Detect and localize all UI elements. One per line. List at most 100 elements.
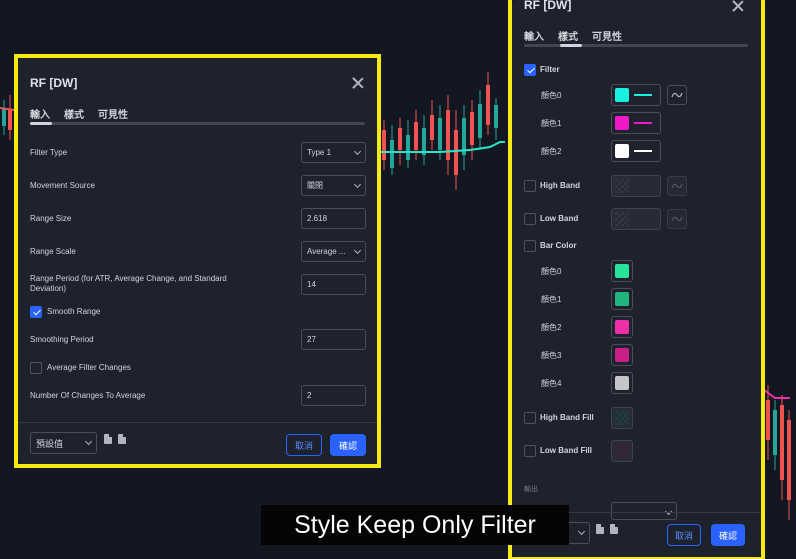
- bar-color4-label: 顏色4: [541, 379, 562, 388]
- filter-color1-label: 顏色1: [541, 119, 562, 128]
- bar-color4-swatch[interactable]: [611, 372, 633, 394]
- cancel-button[interactable]: 取消: [667, 524, 701, 546]
- candle-body: [486, 85, 490, 125]
- high-band-label: High Band: [540, 181, 580, 190]
- dialog-title: RF [DW]: [30, 76, 78, 90]
- high-band-fill-checkbox[interactable]: [524, 412, 536, 424]
- low-band-swatch[interactable]: [611, 208, 661, 230]
- cancel-button[interactable]: 取消: [286, 434, 322, 456]
- candle-body: [454, 130, 458, 175]
- close-icon[interactable]: [731, 0, 745, 13]
- low-band-label: Low Band: [540, 214, 579, 223]
- low-band-fill-checkbox[interactable]: [524, 445, 536, 457]
- candle-body: [2, 108, 6, 126]
- line-style-icon[interactable]: [667, 209, 687, 229]
- range-size-label: Range Size: [30, 214, 72, 223]
- indicator-settings-dialog-style: RF [DW] 輸入 樣式 可見性 Filter 顏色0 顏色1 顏色2 Hig…: [512, 0, 761, 557]
- high-band-fill-label: High Band Fill: [540, 413, 594, 422]
- candle-body: [406, 135, 410, 160]
- bar-color1-label: 顏色1: [541, 295, 562, 304]
- candle-body: [438, 118, 442, 150]
- filter-color0-swatch[interactable]: [611, 84, 661, 106]
- tab-indicator: [524, 44, 748, 47]
- save-file-icon[interactable]: [104, 434, 112, 444]
- video-subtitle: Style Keep Only Filter: [261, 505, 569, 545]
- smoothing-period-input[interactable]: 27: [301, 329, 366, 350]
- candle-body: [414, 122, 418, 150]
- tab-indicator: [30, 122, 365, 125]
- number-of-changes-label: Number Of Changes To Average: [30, 391, 146, 400]
- bar-color3-label: 顏色3: [541, 351, 562, 360]
- filter-color2-label: 顏色2: [541, 147, 562, 156]
- dialog-title: RF [DW]: [524, 0, 572, 12]
- indicator-settings-dialog-inputs: RF [DW] 輸入 樣式 可見性 Filter Type Type 1 Mov…: [18, 58, 377, 464]
- high-band-swatch[interactable]: [611, 175, 661, 197]
- bar-color2-label: 顏色2: [541, 323, 562, 332]
- high-band-fill-swatch[interactable]: [611, 407, 633, 429]
- high-band-checkbox[interactable]: [524, 180, 536, 192]
- filter-color0-label: 顏色0: [541, 91, 562, 100]
- candle-body: [478, 104, 482, 138]
- tab-inputs[interactable]: 輸入: [30, 106, 50, 121]
- range-scale-label: Range Scale: [30, 247, 76, 256]
- bar-color-checkbox[interactable]: [524, 240, 536, 252]
- candle-body: [390, 140, 394, 168]
- save-file-icon[interactable]: [596, 524, 604, 534]
- bar-color0-label: 顏色0: [541, 267, 562, 276]
- output-select[interactable]: [611, 502, 677, 520]
- bar-color0-swatch[interactable]: [611, 260, 633, 282]
- bar-color2-swatch[interactable]: [611, 316, 633, 338]
- filter-color1-swatch[interactable]: [611, 112, 661, 134]
- filter-label: Filter: [540, 65, 560, 74]
- candle-body: [422, 128, 426, 155]
- tab-visibility[interactable]: 可見性: [98, 106, 128, 121]
- output-section-title: 輸出: [524, 486, 538, 493]
- average-filter-changes-label: Average Filter Changes: [47, 363, 131, 372]
- candle-body: [494, 105, 498, 128]
- candle-body: [470, 112, 474, 145]
- chevron-down-icon: [353, 147, 362, 156]
- low-band-fill-label: Low Band Fill: [540, 446, 592, 455]
- line-style-icon[interactable]: [667, 176, 687, 196]
- tab-visibility[interactable]: 可見性: [592, 28, 622, 43]
- range-period-label: Range Period (for ATR, Average Change, a…: [30, 274, 227, 293]
- bar-color1-swatch[interactable]: [611, 288, 633, 310]
- movement-source-select[interactable]: 關閉: [301, 175, 366, 196]
- tab-style[interactable]: 樣式: [64, 106, 84, 121]
- close-icon[interactable]: [351, 76, 365, 90]
- low-band-fill-swatch[interactable]: [611, 440, 633, 462]
- bar-color-label: Bar Color: [540, 241, 577, 250]
- bar-color3-swatch[interactable]: [611, 344, 633, 366]
- ok-button[interactable]: 確認: [330, 434, 366, 456]
- line-style-icon[interactable]: [667, 85, 687, 105]
- chevron-down-icon: [353, 180, 362, 189]
- smoothing-period-label: Smoothing Period: [30, 335, 94, 344]
- chevron-down-icon: [353, 246, 362, 255]
- open-file-icon[interactable]: [610, 524, 618, 534]
- range-period-input[interactable]: 14: [301, 274, 366, 295]
- filter-type-label: Filter Type: [30, 148, 68, 157]
- footer-divider: [18, 422, 377, 423]
- filter-type-select[interactable]: Type 1: [301, 142, 366, 163]
- range-scale-select[interactable]: Average ...: [301, 241, 366, 262]
- candle-body: [8, 110, 12, 130]
- candle-body: [773, 410, 777, 455]
- tab-style[interactable]: 樣式: [558, 28, 578, 43]
- movement-source-label: Movement Source: [30, 181, 95, 190]
- candle-body: [382, 130, 386, 160]
- number-of-changes-input[interactable]: 2: [301, 385, 366, 406]
- smooth-range-checkbox[interactable]: [30, 306, 42, 318]
- tab-inputs[interactable]: 輸入: [524, 28, 544, 43]
- low-band-checkbox[interactable]: [524, 213, 536, 225]
- filter-color2-swatch[interactable]: [611, 140, 661, 162]
- open-file-icon[interactable]: [118, 434, 126, 444]
- chevron-down-icon: [577, 527, 586, 536]
- preset-select[interactable]: 預設值: [30, 432, 97, 454]
- candle-body: [780, 405, 784, 480]
- range-size-input[interactable]: 2.618: [301, 208, 366, 229]
- candle-body: [430, 115, 434, 140]
- filter-checkbox[interactable]: [524, 64, 536, 76]
- candle-body: [787, 420, 791, 500]
- average-filter-changes-checkbox[interactable]: [30, 362, 42, 374]
- ok-button[interactable]: 確認: [711, 524, 745, 546]
